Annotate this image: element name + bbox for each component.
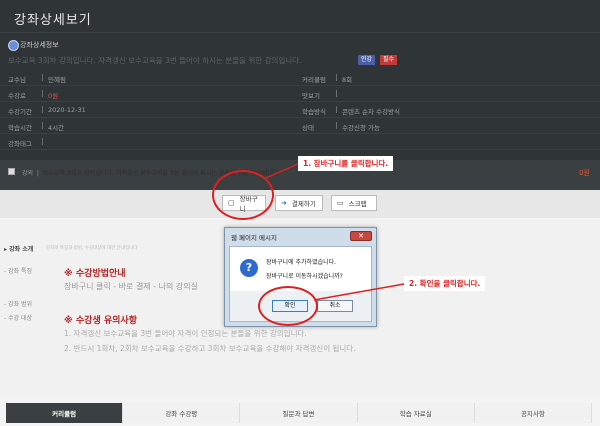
info-row: 강좌태그 (0, 134, 600, 150)
pay-button[interactable]: ➜ 결제하기 (275, 195, 323, 211)
divider (0, 32, 600, 33)
scope-label: - 강좌 범위 (4, 301, 33, 308)
dialog-title: 웹 페이지 메시지 (231, 234, 277, 242)
tab-curriculum[interactable]: 커리큘럼 (6, 403, 124, 423)
info-label: 학습방식 (302, 108, 326, 116)
notice-title: ※ 수강생 유의사항 (64, 316, 137, 326)
annotation-step2: 2. 확인을 클릭합니다. (404, 276, 486, 291)
folder-icon: ▭ (337, 199, 344, 207)
intro-sub: 강좌의 특징과 범위, 수강대상에 대한 안내입니다 (46, 246, 138, 251)
info-label: 수강기간 (8, 108, 32, 116)
required-badge: 필수 (380, 55, 398, 65)
arrow-icon: ➜ (281, 199, 287, 207)
tab-bar: 커리큘럼 강좌 수강평 질문과 답변 학습 자료실 공지사항 (6, 403, 593, 423)
intro-label: ▸ 강좌 소개 (4, 246, 34, 253)
highlight-ring-ok (258, 286, 318, 326)
target-label: - 수강 대상 (4, 315, 33, 322)
cancel-button[interactable]: 취소 (317, 300, 353, 312)
cart-item-price: 0원 (579, 169, 590, 177)
info-value: 2020-12-31 (48, 106, 86, 114)
info-value: 민혜림 (48, 76, 66, 84)
section-label: 강좌상세정보 (20, 41, 59, 49)
tab-reviews[interactable]: 강좌 수강평 (123, 403, 241, 423)
info-value: 수강신청 가능 (342, 124, 380, 132)
info-label: 맛보기 (302, 92, 320, 100)
notice-line: 2. 반드시 1회차, 2회차 보수교육을 수강하고 3회차 보수교육을 수강해… (64, 344, 356, 353)
info-label: 교수님 (8, 76, 26, 84)
info-row: 학습시간 4시간 상태 수강신청 가능 (0, 118, 600, 134)
online-badge: 인강 (358, 55, 376, 65)
info-row: 교수님 민혜림 커리큘럼 8회 (0, 70, 600, 86)
cart-item-checkbox[interactable] (8, 168, 15, 175)
info-label: 학습시간 (8, 124, 32, 132)
info-label: 커리큘럼 (302, 76, 326, 84)
highlight-ring-cart (212, 170, 274, 220)
question-icon: ? (240, 259, 258, 277)
info-row: 수강료 0원 맛보기 (0, 86, 600, 102)
dialog-message: 장바구니로 이동하시겠습니까? (266, 273, 343, 280)
tab-notices[interactable]: 공지사항 (474, 403, 593, 423)
info-label: 수강료 (8, 92, 26, 100)
scrap-button[interactable]: ▭ 스크랩 (331, 195, 377, 211)
course-description: 보수교육 3회차 강의입니다. 자격갱신 보수교육을 3번 들어야 하시는 분들… (8, 56, 302, 65)
feature-label: - 강좌 특징 (4, 268, 33, 275)
info-value: 콘텐츠 순차 수강방식 (342, 108, 400, 116)
guide-text: 장바구니 클릭 - 바로 결제 - 나의 강의실 (64, 282, 198, 291)
notice-line: 1. 자격갱신 보수교육을 3번 들어야 자격이 인정되는 분들을 위한 강의입… (64, 329, 307, 338)
info-row: 수강기간 2020-12-31 학습방식 콘텐츠 순차 수강방식 (0, 102, 600, 118)
dialog-message: 장바구니에 추가하였습니다. (266, 259, 337, 266)
annotation-step1: 1. 장바구니를 클릭합니다. (298, 156, 394, 171)
info-label: 강좌태그 (8, 140, 32, 148)
info-value: 4시간 (48, 124, 65, 132)
tab-qna[interactable]: 질문과 답변 (240, 403, 358, 423)
info-value: 0원 (48, 92, 59, 100)
info-label: 상태 (302, 124, 314, 132)
tab-materials[interactable]: 학습 자료실 (357, 403, 475, 423)
guide-title: ※ 수강방법안내 (64, 269, 126, 279)
course-icon (8, 40, 19, 51)
info-value: 8회 (342, 76, 353, 84)
close-icon[interactable]: ✕ (350, 231, 372, 241)
page-title: 강좌상세보기 (14, 13, 92, 28)
